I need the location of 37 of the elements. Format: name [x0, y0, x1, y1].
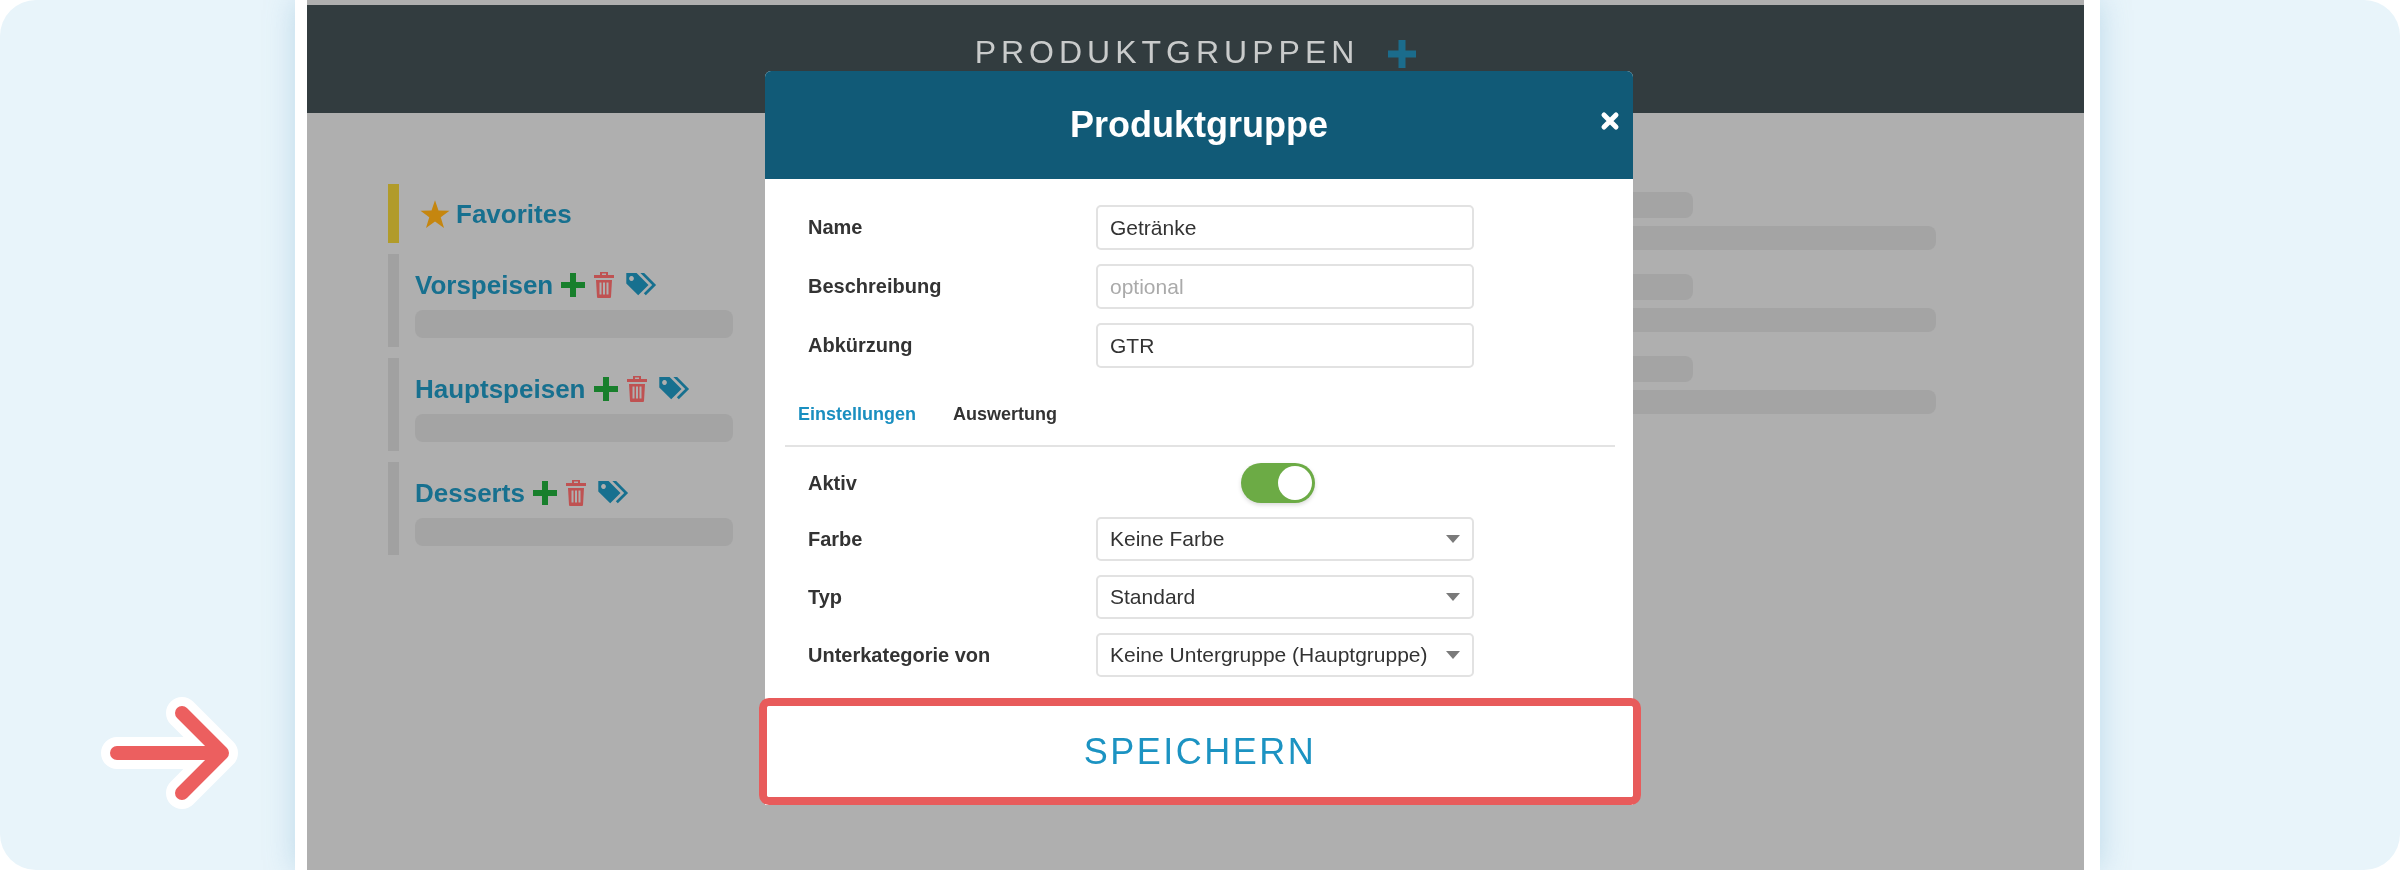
- trash-icon[interactable]: [625, 376, 648, 402]
- select-field[interactable]: Standard: [1096, 575, 1474, 619]
- caret-icon: [1446, 651, 1460, 659]
- placeholder-bar: [1633, 274, 1693, 300]
- save-button[interactable]: SPEICHERN: [767, 706, 1633, 797]
- favorites-marker: [388, 184, 399, 243]
- field-label: Beschreibung: [808, 275, 943, 298]
- caret-icon: [1446, 535, 1460, 543]
- trash-icon[interactable]: [593, 272, 616, 298]
- plus-icon[interactable]: [1388, 40, 1417, 68]
- tags-icon[interactable]: [596, 480, 631, 506]
- field-label: Aktiv: [808, 471, 858, 495]
- tab[interactable]: Einstellungen: [785, 396, 929, 433]
- plus-icon[interactable]: [532, 481, 557, 505]
- field-label: Farbe: [808, 527, 864, 551]
- tags-icon[interactable]: [657, 376, 692, 402]
- text-field[interactable]: Getränke: [1096, 205, 1474, 250]
- plus-icon[interactable]: [561, 273, 586, 297]
- field-label: Typ: [808, 585, 844, 609]
- field-label: Unterkategorie von: [808, 643, 992, 667]
- field-label: Abkürzung: [808, 334, 914, 357]
- trash-icon[interactable]: [564, 480, 587, 506]
- modal-title: Produktgruppe: [1070, 104, 1328, 146]
- placeholder-bar: [1633, 192, 1693, 218]
- placeholder-bar: [1633, 356, 1693, 382]
- text-field[interactable]: optional: [1096, 264, 1474, 309]
- caret-icon: [1446, 593, 1460, 601]
- select-field[interactable]: Keine Untergruppe (Hauptgruppe): [1096, 633, 1474, 677]
- star-icon: [420, 199, 450, 229]
- text-field[interactable]: GTR: [1096, 323, 1474, 368]
- plus-icon[interactable]: [593, 377, 618, 401]
- tab[interactable]: Auswertung: [940, 396, 1071, 433]
- field-label: Name: [808, 216, 864, 239]
- page-title: PRODUKTGRUPPEN: [974, 36, 1360, 68]
- select-field[interactable]: Keine Farbe: [1096, 517, 1474, 561]
- close-icon[interactable]: [1600, 111, 1620, 131]
- toggle-switch[interactable]: [1241, 463, 1315, 503]
